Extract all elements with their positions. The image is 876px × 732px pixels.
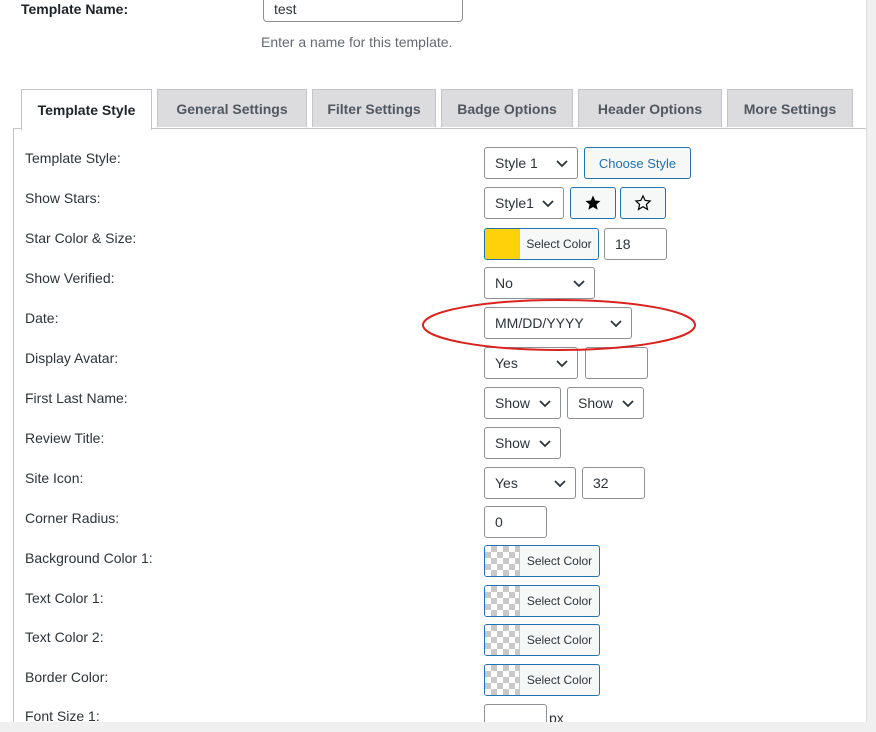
text-color-1-picker[interactable]: Select Color xyxy=(484,585,600,617)
review-title-select[interactable]: Show xyxy=(484,427,561,459)
border-color-label: Border Color: xyxy=(25,669,109,685)
tab-header-options[interactable]: Header Options xyxy=(578,89,722,127)
border-color-picker[interactable]: Select Color xyxy=(484,664,600,696)
show-stars-value: Style1 xyxy=(495,195,534,211)
chevron-down-icon xyxy=(554,480,566,488)
text-color-2-label: Text Color 2: xyxy=(25,629,104,645)
site-icon-label: Site Icon: xyxy=(25,470,84,486)
select-color-label: Select Color xyxy=(526,594,593,608)
chevron-down-icon xyxy=(539,440,551,448)
choose-style-button[interactable]: Choose Style xyxy=(584,147,691,179)
panel-border xyxy=(13,128,14,722)
select-color-label: Select Color xyxy=(526,554,593,568)
date-format-select[interactable]: MM/DD/YYYY xyxy=(484,307,632,339)
chevron-down-icon xyxy=(622,400,634,408)
font-size-1-input[interactable] xyxy=(484,704,547,722)
tab-general-settings[interactable]: General Settings xyxy=(157,89,307,127)
text-color-1-label: Text Color 1: xyxy=(25,590,104,606)
filled-star-button[interactable] xyxy=(570,187,616,219)
date-format-value: MM/DD/YYYY xyxy=(495,315,584,331)
background-color-1-picker[interactable]: Select Color xyxy=(484,545,600,577)
chevron-down-icon xyxy=(610,320,622,328)
transparent-swatch xyxy=(485,625,520,655)
template-style-select[interactable]: Style 1 xyxy=(484,147,578,179)
outline-star-button[interactable] xyxy=(620,187,666,219)
chevron-down-icon xyxy=(573,280,585,288)
tab-template-style[interactable]: Template Style xyxy=(21,89,152,130)
avatar-size-input[interactable] xyxy=(585,347,648,379)
first-name-select[interactable]: Show xyxy=(484,387,561,419)
transparent-swatch xyxy=(485,665,520,695)
last-name-select[interactable]: Show xyxy=(567,387,644,419)
select-color-label: Select Color xyxy=(526,673,593,687)
star-color-size-label: Star Color & Size: xyxy=(25,230,137,246)
site-icon-size-input[interactable]: 32 xyxy=(582,467,645,499)
filled-star-icon xyxy=(585,195,601,210)
review-title-value: Show xyxy=(495,435,531,451)
template-style-label: Template Style: xyxy=(25,150,121,166)
date-label: Date: xyxy=(25,310,59,326)
transparent-swatch xyxy=(485,586,520,616)
template-style-value: Style 1 xyxy=(495,155,538,171)
select-color-label: Select Color xyxy=(526,237,592,251)
template-name-input[interactable]: test xyxy=(263,0,463,22)
site-icon-value: Yes xyxy=(495,475,518,491)
background-color-1-label: Background Color 1: xyxy=(25,550,153,566)
tab-more-settings[interactable]: More Settings xyxy=(727,89,853,127)
template-name-help: Enter a name for this template. xyxy=(261,34,453,50)
select-color-label: Select Color xyxy=(526,633,593,647)
corner-radius-input[interactable]: 0 xyxy=(484,506,547,538)
show-verified-label: Show Verified: xyxy=(25,270,115,286)
show-stars-select[interactable]: Style1 xyxy=(484,187,564,219)
first-name-value: Show xyxy=(495,395,531,411)
display-avatar-label: Display Avatar: xyxy=(25,350,119,366)
chevron-down-icon xyxy=(556,160,568,168)
display-avatar-value: Yes xyxy=(495,355,518,371)
text-color-2-picker[interactable]: Select Color xyxy=(484,624,600,656)
corner-radius-label: Corner Radius: xyxy=(25,510,120,526)
display-avatar-select[interactable]: Yes xyxy=(484,347,578,379)
first-last-name-label: First Last Name: xyxy=(25,390,128,406)
outline-star-icon xyxy=(634,194,652,211)
site-icon-select[interactable]: Yes xyxy=(484,467,576,499)
chevron-down-icon xyxy=(539,400,551,408)
review-title-label: Review Title: xyxy=(25,430,105,446)
transparent-swatch xyxy=(485,546,520,576)
show-verified-select[interactable]: No xyxy=(484,267,595,299)
show-stars-label: Show Stars: xyxy=(25,190,101,206)
last-name-value: Show xyxy=(578,395,614,411)
settings-panel: Template Name: test Enter a name for thi… xyxy=(0,0,867,723)
font-size-1-label: Font Size 1: xyxy=(25,708,100,723)
chevron-down-icon xyxy=(556,360,568,368)
star-color-swatch xyxy=(485,229,520,259)
show-verified-value: No xyxy=(495,275,513,291)
template-name-label: Template Name: xyxy=(21,1,129,17)
page-bottom-strip xyxy=(0,722,876,732)
chevron-down-icon xyxy=(542,200,554,208)
star-color-picker[interactable]: Select Color xyxy=(484,228,599,260)
tab-badge-options[interactable]: Badge Options xyxy=(441,89,573,127)
tab-filter-settings[interactable]: Filter Settings xyxy=(312,89,436,127)
star-size-input[interactable]: 18 xyxy=(604,228,667,260)
